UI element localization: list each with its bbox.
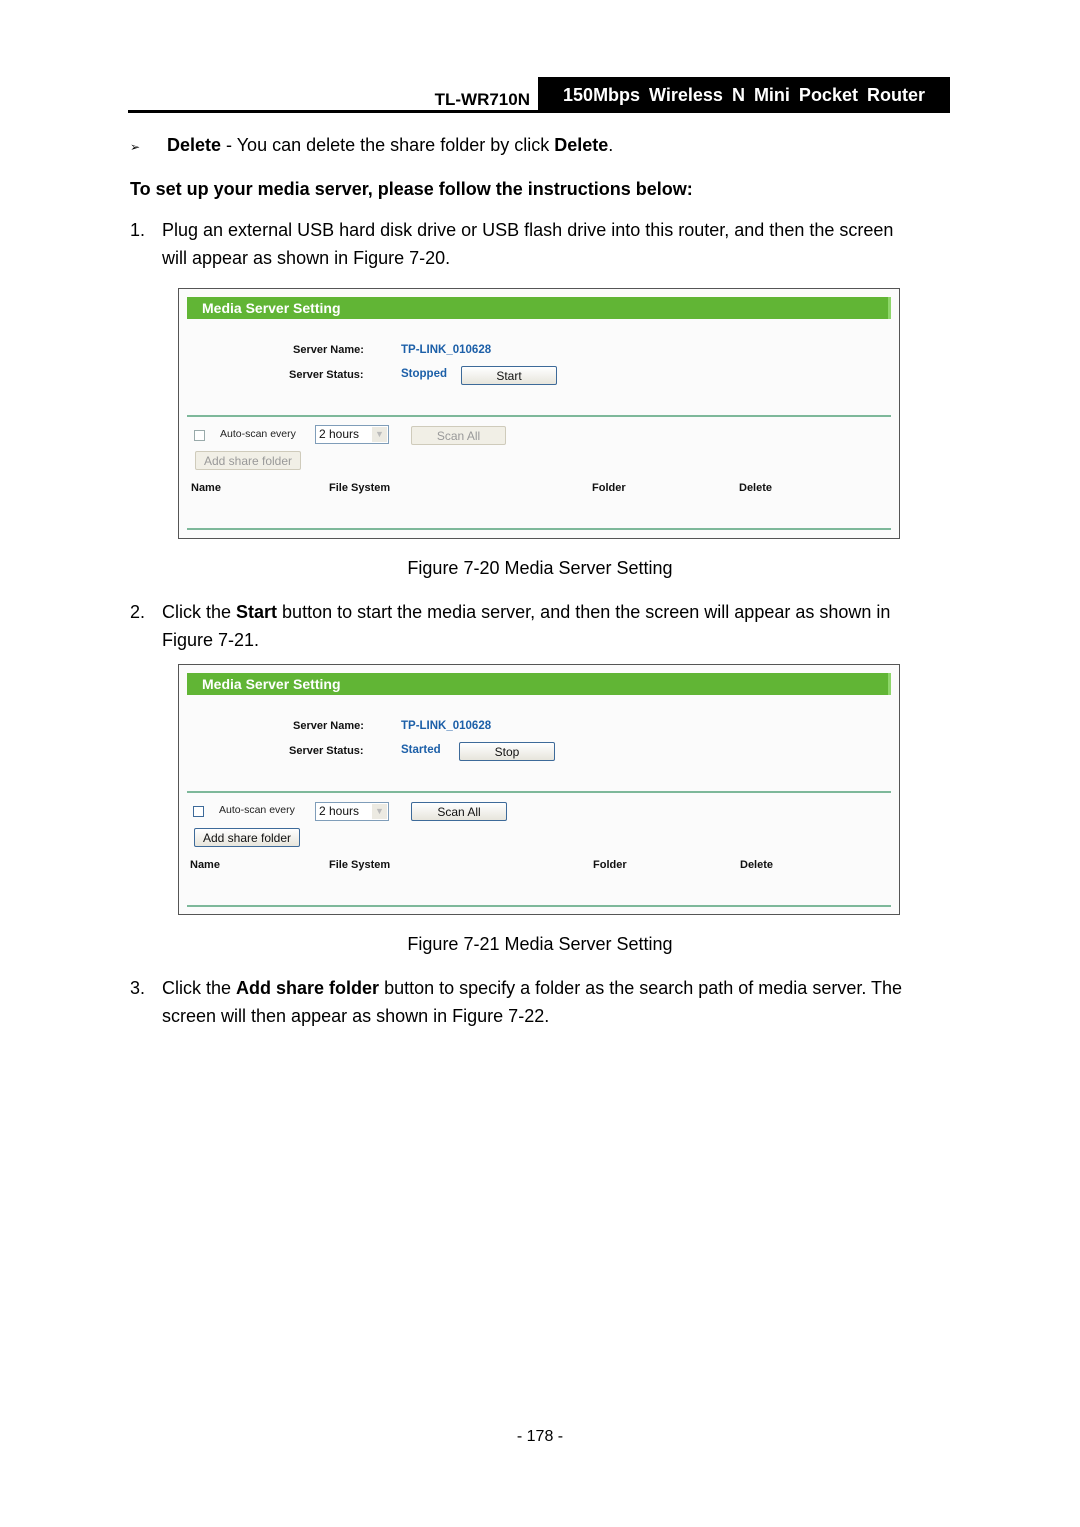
- figure-7-21-panel: Media Server Setting Server Name: TP-LIN…: [178, 664, 900, 915]
- server-name-label: Server Name:: [293, 344, 364, 356]
- column-header-file-system: File System: [329, 859, 391, 871]
- interval-value: 2 hours: [319, 804, 360, 818]
- column-header-folder: Folder: [593, 859, 627, 871]
- bottom-divider: [187, 905, 891, 907]
- bullet-end: .: [608, 135, 614, 155]
- stop-button[interactable]: Stop: [459, 742, 555, 761]
- bottom-divider: [187, 528, 891, 530]
- step-1: 1. Plug an external USB hard disk drive o…: [130, 216, 950, 272]
- server-status-value: Stopped: [401, 368, 447, 380]
- step-3: 3. Click the Add share folder button to s…: [130, 974, 950, 1030]
- step-2: 2. Click the Start button to start the me…: [130, 598, 950, 654]
- server-name-value: TP-LINK_010628: [401, 344, 492, 356]
- add-share-folder-button[interactable]: Add share folder: [194, 828, 300, 847]
- column-header-delete: Delete: [739, 482, 773, 494]
- step-text-line2: Figure 7-21.: [162, 630, 260, 650]
- server-status-value: Started: [401, 744, 441, 756]
- bullet-term: Delete: [167, 135, 222, 155]
- model-name: TL-WR710N: [434, 90, 530, 109]
- interval-value: 2 hours: [319, 427, 360, 441]
- figure-7-20-caption: Figure 7-20 Media Server Setting: [407, 558, 673, 578]
- add-share-folder-button[interactable]: Add share folder: [195, 451, 301, 470]
- column-header-delete: Delete: [740, 859, 774, 871]
- step-text-post: button to start the media server, and th…: [277, 602, 891, 622]
- step-number: 2.: [130, 602, 146, 622]
- product-title: 150Mbps Wireless N Mini Pocket Router: [538, 77, 950, 113]
- auto-scan-label: Auto-scan every: [219, 804, 295, 816]
- auto-scan-checkbox[interactable]: [194, 430, 205, 441]
- step-number: 1.: [130, 220, 146, 240]
- auto-scan-checkbox[interactable]: [193, 806, 204, 817]
- scan-all-button[interactable]: Scan All: [411, 802, 507, 821]
- bullet-term-2: Delete: [554, 135, 609, 155]
- step-number: 3.: [130, 978, 146, 998]
- column-header-file-system: File System: [329, 482, 391, 494]
- panel-title: Media Server Setting: [187, 673, 891, 695]
- step-text: Plug an external USB hard disk drive or …: [162, 220, 894, 240]
- server-name-label: Server Name:: [293, 720, 364, 732]
- interval-select[interactable]: 2 hours ▼: [315, 802, 389, 821]
- bullet-delete: ➢ Delete - You can delete the share folde…: [130, 131, 613, 161]
- figure-7-21-caption: Figure 7-21 Media Server Setting: [407, 934, 673, 954]
- page-header: TL-WR710N 150Mbps Wireless N Mini Pocket…: [128, 77, 950, 113]
- interval-select[interactable]: 2 hours ▼: [315, 425, 389, 444]
- step-text-bold: Add share folder: [236, 978, 380, 998]
- bullet-text: - You can delete the share folder by cli…: [221, 135, 555, 155]
- panel-title: Media Server Setting: [187, 297, 891, 319]
- divider: [187, 791, 891, 793]
- step-text-line2: will appear as shown in Figure 7-20.: [162, 248, 451, 268]
- figure-7-20-panel: Media Server Setting Server Name: TP-LIN…: [178, 288, 900, 539]
- section-heading: To set up your media server, please foll…: [130, 179, 693, 199]
- step-text-pre: Click the: [162, 978, 237, 998]
- chevron-down-icon: ▼: [372, 427, 387, 442]
- start-button[interactable]: Start: [461, 366, 557, 385]
- header-rule: [128, 110, 950, 113]
- column-header-name: Name: [190, 859, 220, 871]
- server-status-label: Server Status:: [289, 369, 364, 381]
- step-text-line2: screen will then appear as shown in Figu…: [162, 1006, 550, 1026]
- auto-scan-label: Auto-scan every: [220, 428, 296, 440]
- divider: [187, 415, 891, 417]
- chevron-down-icon: ▼: [372, 804, 387, 819]
- step-text-pre: Click the: [162, 602, 237, 622]
- step-text-post: button to specify a folder as the search…: [379, 978, 903, 998]
- server-status-label: Server Status:: [289, 745, 364, 757]
- column-header-folder: Folder: [592, 482, 626, 494]
- scan-all-button[interactable]: Scan All: [411, 426, 506, 445]
- page-number: - 178 -: [516, 1428, 564, 1445]
- server-name-value: TP-LINK_010628: [401, 720, 492, 732]
- column-header-name: Name: [191, 482, 221, 494]
- arrow-bullet-icon: ➢: [130, 140, 141, 154]
- step-text-bold: Start: [236, 602, 278, 622]
